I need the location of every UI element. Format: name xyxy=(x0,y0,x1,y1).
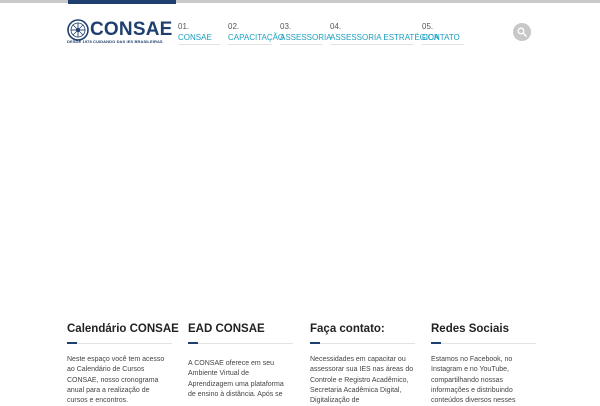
nav-number: 01. xyxy=(178,22,190,31)
logo-wordmark: CONSAE xyxy=(90,19,173,40)
nav-item-assessoria[interactable]: 03. ASSESSORIA xyxy=(280,22,332,45)
column-text: A CONSAE oferece em seu Ambiente Virtual… xyxy=(188,360,284,398)
nav-number: 03. xyxy=(280,22,292,31)
footer-column-calendario: Calendário CONSAE Neste espaço você tem … xyxy=(67,322,179,406)
nav-underline xyxy=(330,44,414,45)
search-button[interactable] xyxy=(513,23,531,41)
nav-underline xyxy=(280,44,322,45)
search-icon xyxy=(517,27,527,37)
nav-item-capacitacao[interactable]: 02. CAPACITAÇÃO xyxy=(228,22,284,45)
column-text: Neste espaço você tem acesso ao Calendár… xyxy=(67,356,165,405)
nav-label[interactable]: CONTATO xyxy=(422,32,460,43)
footer-column-redes-sociais: Redes Sociais Estamos no Facebook, no In… xyxy=(431,322,536,406)
nav-underline xyxy=(178,44,220,45)
column-divider-accent xyxy=(67,342,77,344)
column-text: Estamos no Facebook, no Instagram e no Y… xyxy=(431,356,516,405)
column-divider xyxy=(310,342,415,344)
nav-underline xyxy=(422,44,464,45)
nav-label[interactable]: ASSESSORIA xyxy=(280,32,332,43)
column-divider-accent xyxy=(188,342,198,344)
column-title[interactable]: EAD CONSAE xyxy=(188,322,293,336)
column-title[interactable]: Faça contato: xyxy=(310,322,415,336)
nav-number: 02. xyxy=(228,22,240,31)
column-divider xyxy=(431,342,536,344)
footer-column-contato: Faça contato: Necessidades em capacitar … xyxy=(310,322,415,406)
nav-underline xyxy=(228,44,272,45)
column-title[interactable]: Calendário CONSAE xyxy=(67,322,179,336)
nav-label[interactable]: CONSAE xyxy=(178,32,212,43)
column-divider-accent xyxy=(431,342,441,344)
column-text: Necessidades em capacitar ou assessorar … xyxy=(310,356,414,405)
column-title[interactable]: Redes Sociais xyxy=(431,322,536,336)
logo-tagline: DESDE 1978 CUIDANDO DAS IES BRASILEIRAS xyxy=(67,39,163,44)
column-divider-accent xyxy=(310,342,320,344)
footer-column-ead: EAD CONSAE A CONSAE oferece em seu Ambie… xyxy=(188,322,293,400)
column-divider xyxy=(67,342,172,344)
consae-emblem-icon xyxy=(67,19,89,41)
nav-number: 05. xyxy=(422,22,434,31)
top-accent-bar xyxy=(68,0,176,4)
consae-logo[interactable]: CONSAE DESDE 1978 CUIDANDO DAS IES BRASI… xyxy=(67,19,172,45)
nav-item-contato[interactable]: 05. CONTATO xyxy=(422,22,464,45)
column-divider xyxy=(188,342,293,344)
nav-item-consae[interactable]: 01. CONSAE xyxy=(178,22,220,45)
nav-label[interactable]: CAPACITAÇÃO xyxy=(228,32,284,43)
